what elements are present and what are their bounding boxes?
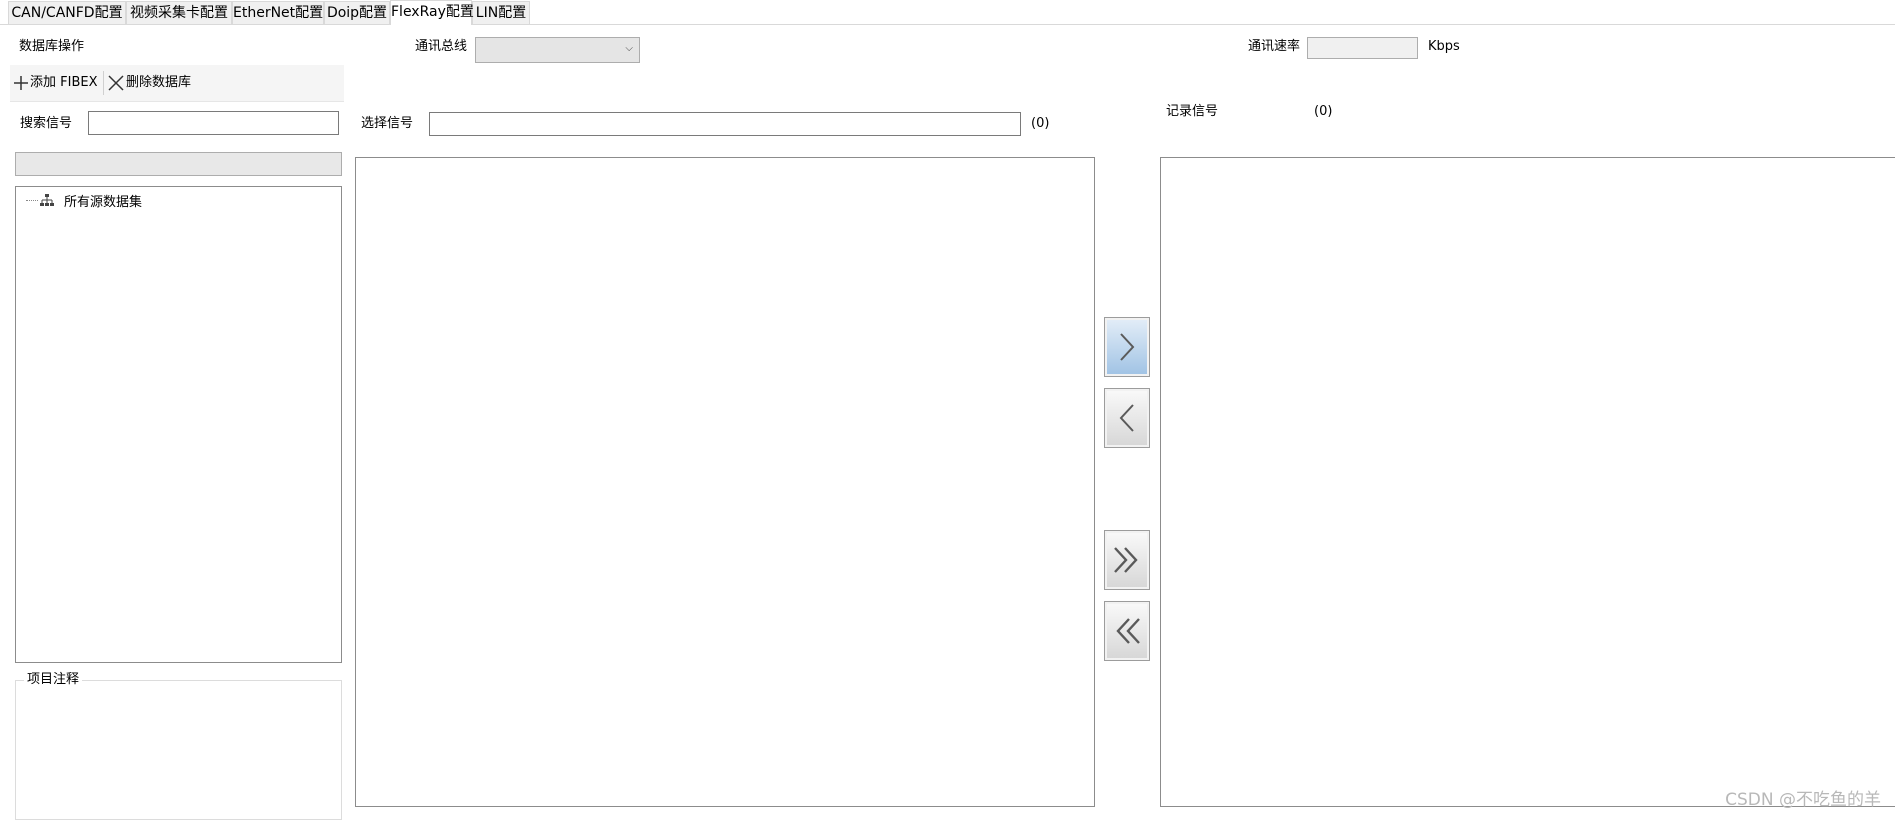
tab-bar: CAN/CANFD配置 视频采集卡配置 EtherNet配置 Doip配置 Fl… xyxy=(0,0,1895,25)
add-fibex-label: 添加 FIBEX xyxy=(30,75,98,90)
bus-label: 通讯总线 xyxy=(415,39,468,54)
tab-lin[interactable]: LIN配置 xyxy=(472,1,530,24)
double-chevron-left-icon xyxy=(1116,618,1140,644)
bus-combobox[interactable]: ⌵ xyxy=(475,37,640,63)
close-icon xyxy=(108,75,124,91)
record-signal-label: 记录信号 xyxy=(1166,104,1219,119)
tab-can-canfd[interactable]: CAN/CANFD配置 xyxy=(8,1,126,24)
double-chevron-right-icon xyxy=(1114,547,1138,573)
select-signal-label: 选择信号 xyxy=(361,116,414,131)
database-section-label: 数据库操作 xyxy=(19,39,85,54)
select-signal-count: (0) xyxy=(1031,116,1050,131)
database-toolbar: 添加 FIBEX 删除数据库 xyxy=(10,65,344,102)
tree-connector-line xyxy=(26,199,38,201)
move-left-button[interactable] xyxy=(1104,388,1150,448)
tab-flexray[interactable]: FlexRay配置 xyxy=(390,0,474,25)
add-fibex-button[interactable]: 添加 FIBEX xyxy=(14,73,97,93)
tab-video-capture[interactable]: 视频采集卡配置 xyxy=(126,1,232,24)
record-signal-count: (0) xyxy=(1314,104,1333,119)
filter-bar[interactable] xyxy=(15,152,342,176)
rate-label: 通讯速率 xyxy=(1248,39,1301,54)
move-all-left-button[interactable] xyxy=(1104,601,1150,661)
chevron-left-icon xyxy=(1119,404,1134,432)
project-notes-title: 项目注释 xyxy=(24,672,83,688)
select-signal-list[interactable] xyxy=(355,157,1095,807)
tab-bar-divider xyxy=(0,24,1895,25)
toolbar-separator xyxy=(103,71,104,95)
record-signal-list[interactable] xyxy=(1160,157,1895,807)
watermark-text: CSDN @不吃鱼的羊 xyxy=(1725,790,1881,810)
chevron-down-icon: ⌵ xyxy=(625,43,633,54)
move-right-button[interactable] xyxy=(1104,317,1150,377)
tree-root-label: 所有源数据集 xyxy=(64,194,143,210)
search-input[interactable] xyxy=(88,111,339,135)
delete-database-label: 删除数据库 xyxy=(126,75,192,90)
tab-doip[interactable]: Doip配置 xyxy=(324,1,390,24)
search-label: 搜索信号 xyxy=(20,116,73,131)
plus-icon xyxy=(14,76,28,90)
rate-field[interactable] xyxy=(1307,37,1418,59)
select-signal-input[interactable] xyxy=(429,112,1021,136)
delete-database-button[interactable]: 删除数据库 xyxy=(108,73,191,93)
chevron-right-icon xyxy=(1120,333,1135,361)
tree-root-node[interactable]: 所有源数据集 xyxy=(26,191,143,210)
project-notes-group: 项目注释 xyxy=(15,672,342,820)
move-all-right-button[interactable] xyxy=(1104,530,1150,590)
tab-ethernet[interactable]: EtherNet配置 xyxy=(232,1,324,24)
source-tree[interactable]: 所有源数据集 xyxy=(15,186,342,663)
hierarchy-icon xyxy=(40,193,54,206)
rate-unit-label: Kbps xyxy=(1428,39,1460,54)
